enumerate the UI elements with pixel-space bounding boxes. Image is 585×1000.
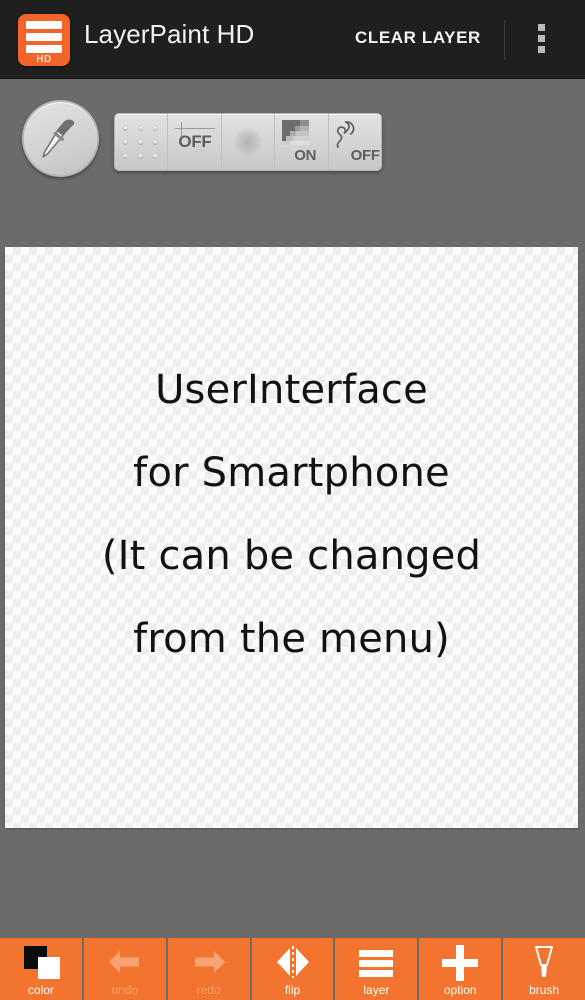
overflow-dot [538, 46, 545, 53]
grid-snap-button[interactable] [115, 114, 169, 170]
plus-icon [440, 944, 480, 981]
header-divider [504, 20, 505, 60]
overflow-dot [538, 24, 545, 31]
eyedropper-tool-button[interactable] [22, 100, 99, 177]
stabilizer-state-label: OFF [350, 147, 380, 164]
undo-button[interactable]: undo [83, 938, 168, 1000]
canvas-text: UserInterface for Smartphone (It can be … [5, 349, 578, 681]
pixel-gradient-icon [282, 120, 310, 145]
dot-grid-icon [123, 125, 159, 159]
arrow-left-icon [105, 944, 145, 980]
ruler-state-label: OFF [178, 132, 212, 151]
color-button[interactable]: color [0, 938, 84, 1000]
undo-button-label: undo [111, 983, 139, 997]
layer-stack-icon [356, 944, 396, 980]
redo-button[interactable]: redo [167, 938, 252, 1000]
app-root: HD LayerPaint HD CLEAR LAYER OFF ON OFF … [0, 0, 585, 1000]
overflow-dot [538, 35, 545, 42]
flip-button[interactable]: flip [251, 938, 336, 1000]
brush-button[interactable]: brush [503, 938, 585, 1000]
option-button[interactable]: option [419, 938, 504, 1000]
soft-circle-icon [234, 128, 263, 156]
option-button-label: option [443, 983, 477, 997]
layers-icon-bar [26, 33, 62, 41]
overflow-menu-icon[interactable] [530, 22, 554, 58]
tool-options-panel: OFF ON OFF [114, 113, 382, 171]
bottom-toolbar: color undo redo flip layer option brush [0, 938, 585, 1000]
soft-brush-button[interactable] [222, 114, 276, 170]
redo-button-label: redo [196, 983, 221, 997]
layers-icon-bar [26, 21, 62, 29]
color-swatch-icon [21, 944, 61, 980]
app-icon-hd-label: HD [36, 54, 52, 65]
layers-icon: HD [18, 14, 70, 66]
canvas-text-line: (It can be changed [101, 533, 482, 579]
canvas-text-line: from the menu) [133, 616, 450, 662]
page-title: LayerPaint HD [84, 19, 255, 49]
layer-button[interactable]: layer [335, 938, 420, 1000]
arrow-right-icon [189, 944, 229, 980]
ruler-button[interactable]: OFF [168, 114, 222, 170]
drawing-canvas[interactable]: UserInterface for Smartphone (It can be … [5, 247, 578, 828]
pixel-shade-button[interactable]: ON [275, 114, 329, 170]
flip-mirror-icon [273, 944, 313, 980]
canvas-text-line: for Smartphone [133, 450, 450, 496]
layer-button-label: layer [363, 983, 390, 997]
app-header: HD LayerPaint HD CLEAR LAYER [0, 0, 585, 79]
tool-area: OFF ON OFF [0, 79, 585, 247]
flip-button-label: flip [284, 983, 301, 997]
pixel-shade-state-label: ON [294, 147, 317, 164]
canvas-text-line: UserInterface [155, 367, 428, 413]
brush-button-label: brush [529, 983, 560, 997]
clear-layer-button[interactable]: CLEAR LAYER [355, 28, 481, 48]
layers-icon-bar [26, 45, 62, 53]
stabilizer-button[interactable]: OFF [329, 114, 381, 170]
color-button-label: color [27, 983, 54, 997]
brush-icon [524, 944, 564, 980]
